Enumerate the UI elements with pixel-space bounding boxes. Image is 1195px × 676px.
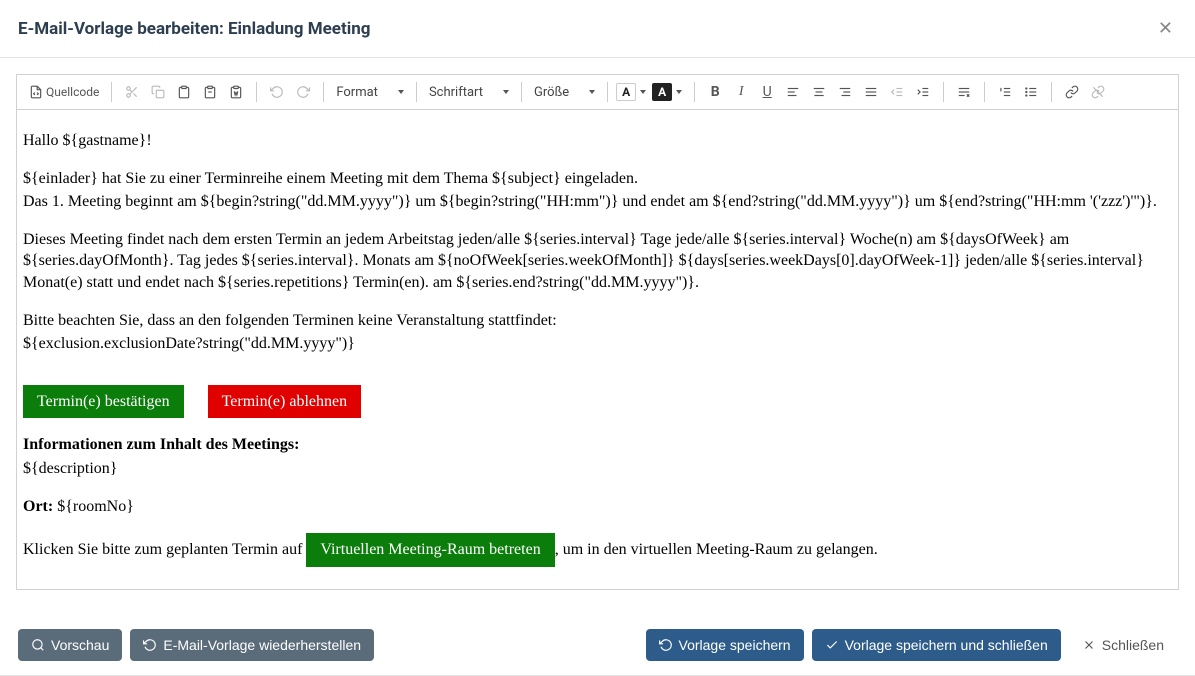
align-justify-icon[interactable] (859, 80, 883, 104)
remove-format-icon[interactable] (952, 80, 976, 104)
chevron-down-icon (676, 90, 682, 94)
email-series: Dieses Meeting findet nach dem ersten Te… (23, 229, 1172, 294)
link-icon[interactable] (1060, 80, 1084, 104)
search-icon (31, 638, 45, 652)
text-color-button[interactable]: A (616, 80, 650, 104)
separator (111, 82, 112, 102)
x-icon (1082, 638, 1096, 652)
location-label: Ort: (23, 498, 53, 515)
location-value: ${roomNo} (53, 498, 134, 515)
location-row: Ort: ${roomNo} (23, 496, 1172, 518)
cut-icon[interactable] (120, 80, 144, 104)
separator (521, 82, 522, 102)
italic-button[interactable]: I (729, 80, 753, 104)
join-meeting-button[interactable]: Virtuellen Meeting-Raum betreten (306, 533, 554, 567)
decline-appointment-button[interactable]: Termin(e) ablehnen (208, 385, 361, 419)
refresh-icon (659, 638, 673, 652)
format-select[interactable]: Format (332, 80, 408, 104)
separator (607, 82, 608, 102)
modal-dialog: E-Mail-Vorlage bearbeiten: Einladung Mee… (0, 0, 1195, 676)
email-schedule: Das 1. Meeting beginnt am ${begin?string… (23, 191, 1172, 213)
email-exclusion-intro: Bitte beachten Sie, dass an den folgende… (23, 310, 1172, 332)
separator (984, 82, 985, 102)
email-exclusion-date: ${exclusion.exclusionDate?string("dd.MM.… (23, 333, 1172, 355)
meeting-description: ${description} (23, 458, 1172, 480)
check-icon (825, 638, 839, 652)
paste-word-icon[interactable] (224, 80, 248, 104)
chevron-down-icon (640, 90, 646, 94)
modal-header: E-Mail-Vorlage bearbeiten: Einladung Mee… (0, 0, 1195, 58)
paste-text-icon[interactable] (198, 80, 222, 104)
editor-content-area[interactable]: Hallo ${gastname}! ${einlader} hat Sie z… (17, 110, 1178, 589)
font-select[interactable]: Schriftart (425, 80, 513, 104)
restore-template-button[interactable]: E-Mail-Vorlage wiederherstellen (130, 629, 374, 661)
modal-body: Quellcode Format Schriftart Größe A (0, 58, 1195, 615)
meeting-info-heading: Informationen zum Inhalt des Meetings: (23, 434, 1172, 456)
preview-button[interactable]: Vorschau (18, 629, 122, 661)
separator (943, 82, 944, 102)
separator (323, 82, 324, 102)
underline-button[interactable]: U (755, 80, 779, 104)
bold-button[interactable]: B (703, 80, 727, 104)
email-greeting: Hallo ${gastname}! (23, 130, 1172, 152)
bg-color-button[interactable]: A (652, 80, 686, 104)
copy-icon[interactable] (146, 80, 170, 104)
footer-left: Vorschau E-Mail-Vorlage wiederherstellen (18, 629, 374, 661)
align-right-icon[interactable] (833, 80, 857, 104)
rich-text-editor: Quellcode Format Schriftart Größe A (16, 74, 1179, 590)
editor-toolbar: Quellcode Format Schriftart Größe A (17, 75, 1178, 110)
undo-icon[interactable] (265, 80, 289, 104)
save-template-button[interactable]: Vorlage speichern (646, 629, 804, 661)
unordered-list-icon[interactable] (1019, 80, 1043, 104)
size-select[interactable]: Größe (530, 80, 599, 104)
ordered-list-icon[interactable] (993, 80, 1017, 104)
source-code-button[interactable]: Quellcode (25, 80, 103, 104)
modal-footer: Vorschau E-Mail-Vorlage wiederherstellen… (0, 615, 1195, 675)
separator (694, 82, 695, 102)
email-intro: ${einlader} hat Sie zu einer Terminreihe… (23, 168, 1172, 190)
separator (256, 82, 257, 102)
indent-icon[interactable] (911, 80, 935, 104)
confirm-appointment-button[interactable]: Termin(e) bestätigen (23, 385, 184, 419)
close-icon[interactable]: ✕ (1154, 14, 1177, 43)
unlink-icon[interactable] (1086, 80, 1110, 104)
align-center-icon[interactable] (807, 80, 831, 104)
modal-title: E-Mail-Vorlage bearbeiten: Einladung Mee… (18, 19, 370, 39)
align-left-icon[interactable] (781, 80, 805, 104)
chevron-down-icon (503, 90, 509, 94)
action-buttons-row: Termin(e) bestätigen Termin(e) ablehnen (23, 385, 1172, 419)
restore-icon (143, 638, 157, 652)
close-button[interactable]: Schließen (1069, 629, 1177, 661)
outdent-icon[interactable] (885, 80, 909, 104)
redo-icon[interactable] (291, 80, 315, 104)
separator (1051, 82, 1052, 102)
join-instruction: Klicken Sie bitte zum geplanten Termin a… (23, 533, 1172, 567)
footer-right: Vorlage speichern Vorlage speichern und … (646, 629, 1177, 661)
paste-icon[interactable] (172, 80, 196, 104)
chevron-down-icon (398, 90, 404, 94)
save-close-button[interactable]: Vorlage speichern und schließen (812, 629, 1061, 661)
separator (416, 82, 417, 102)
chevron-down-icon (589, 90, 595, 94)
